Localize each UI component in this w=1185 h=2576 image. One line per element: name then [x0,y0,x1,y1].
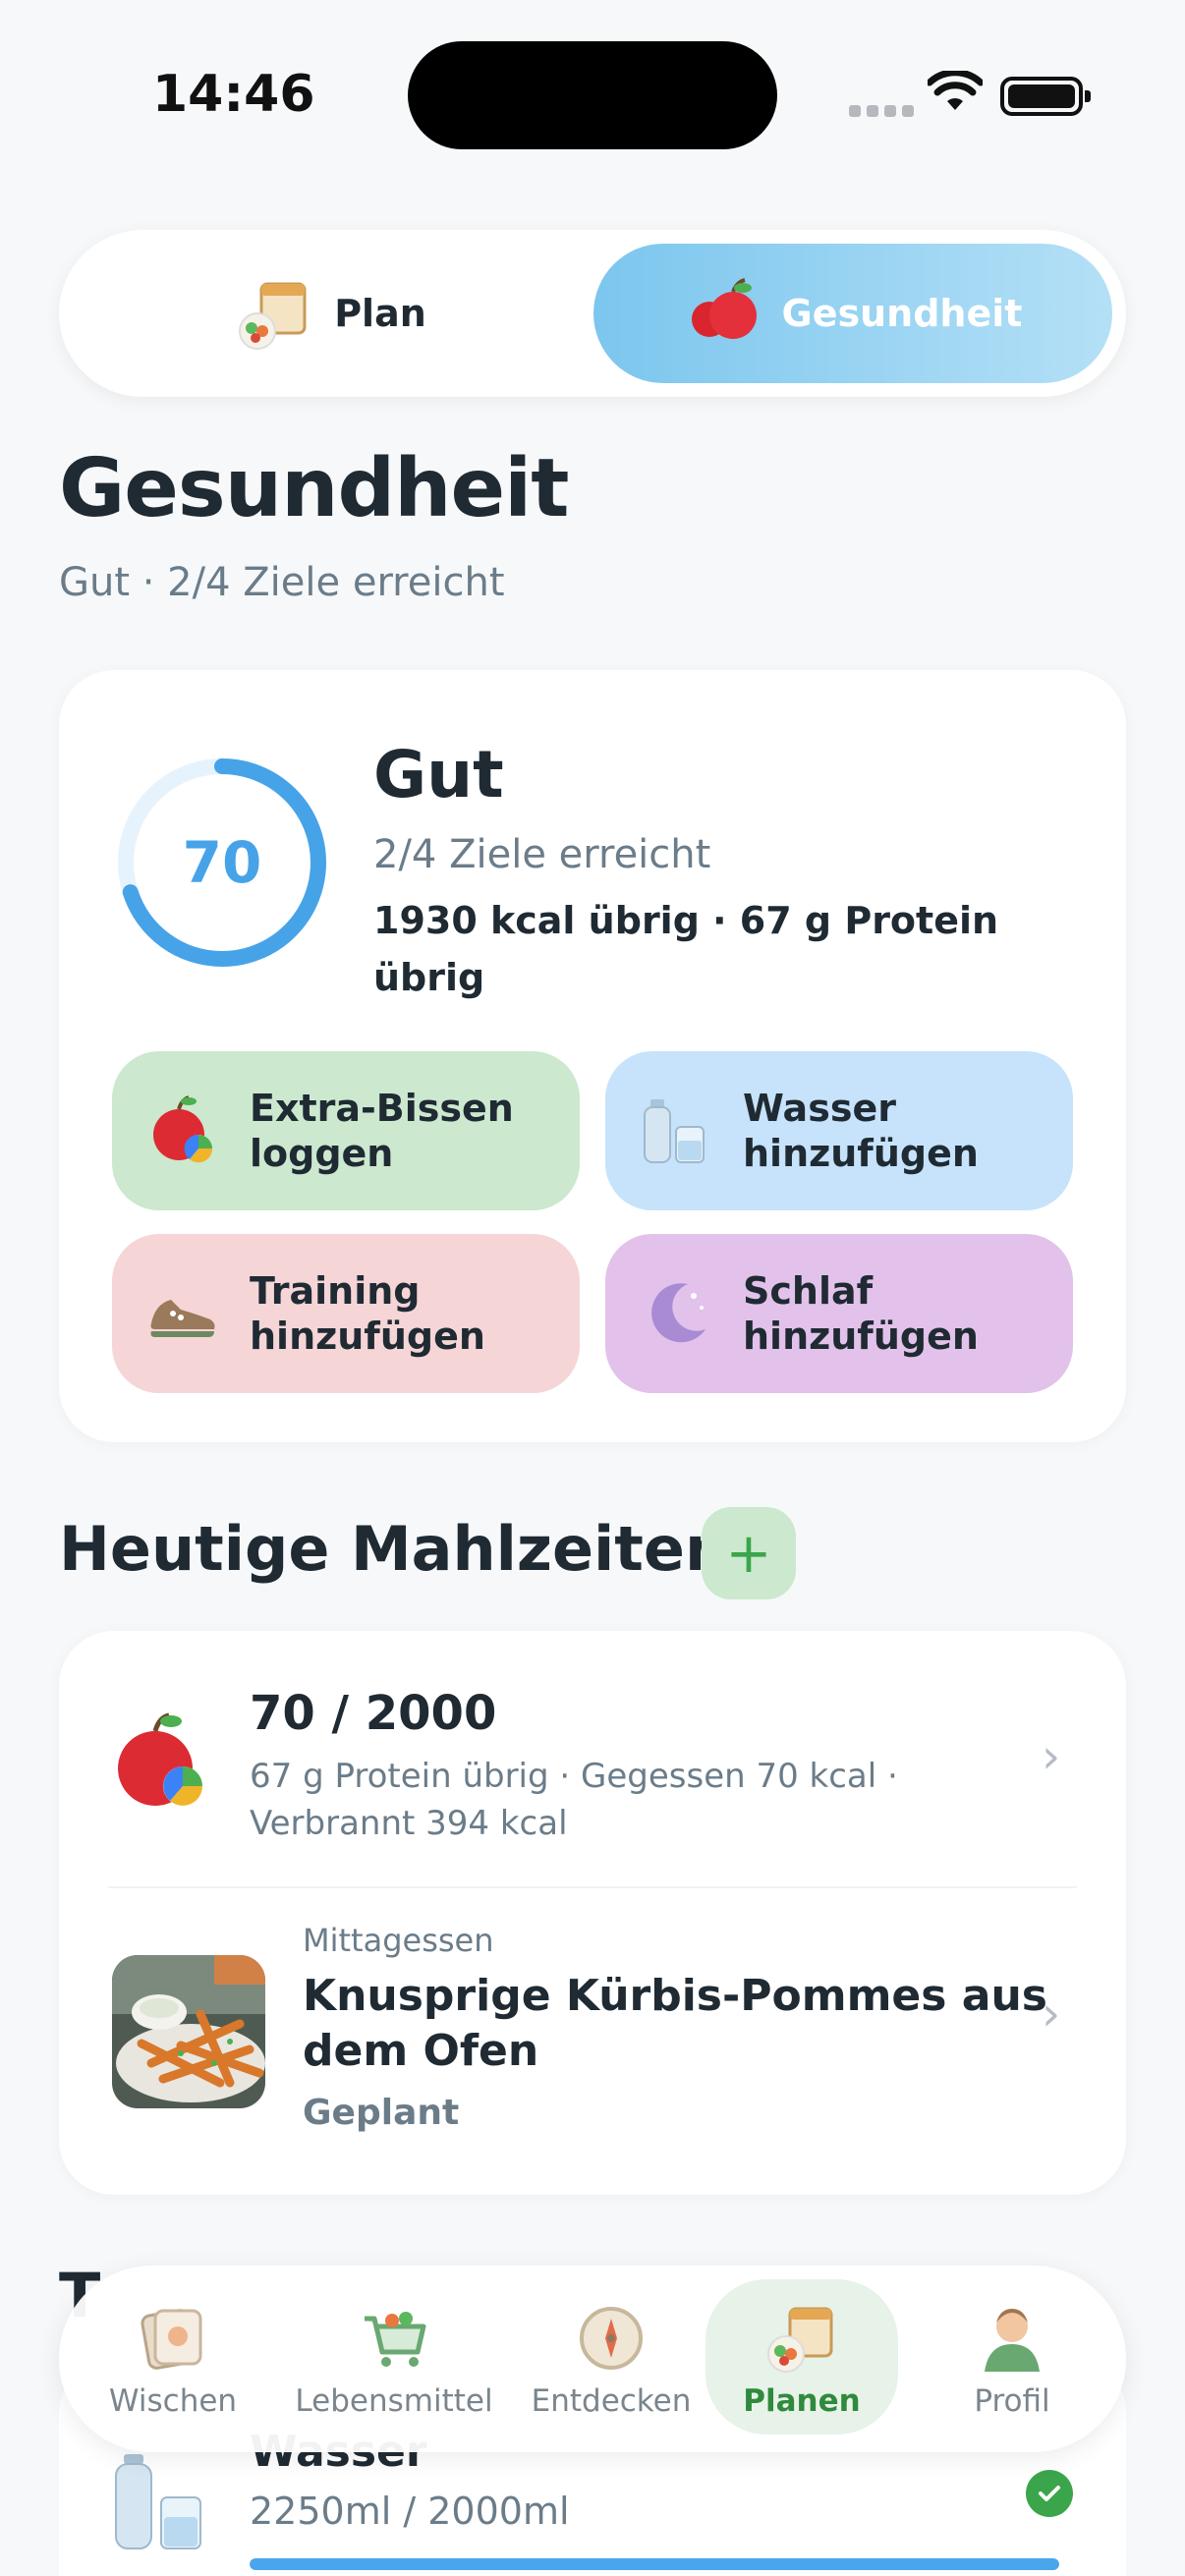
add-meal-button[interactable]: + [702,1507,796,1599]
wifi-icon [928,71,983,110]
nav-label: Planen [743,2383,861,2419]
apple-icon [684,274,762,353]
tab-health[interactable]: Gesundheit [593,244,1112,383]
status-bar: 14:46 [0,0,1185,196]
add-water-label: Wasser hinzufügen [743,1087,979,1175]
cellular-signal-icon [849,102,920,121]
nav-label: Profil [974,2383,1050,2419]
calendar-plate-icon [236,274,314,353]
meal-name: Knusprige Kürbis-Pommes aus dem Ofen [303,1971,1047,2076]
meal-type: Mittagessen [303,1922,494,1959]
status-time: 14:46 [152,65,315,124]
add-water-button[interactable]: Wasser hinzufügen [605,1051,1073,1210]
page-subtitle: Gut · 2/4 Ziele erreicht [59,560,505,605]
water-progress-bar [250,2558,1059,2570]
apple-chart-icon [108,1709,216,1818]
health-score-card: 70 Gut 2/4 Ziele erreicht 1930 kcal übri… [59,670,1126,1442]
nav-label: Entdecken [531,2383,692,2419]
compass-icon [574,2301,649,2376]
calorie-value: 70 / 2000 [250,1686,497,1741]
add-training-button[interactable]: Training hinzufügen [112,1234,580,1393]
nav-label: Wischen [108,2383,238,2419]
meal-status: Geplant [303,2093,460,2133]
add-sleep-button[interactable]: Schlaf hinzufügen [605,1234,1073,1393]
water-bottle-icon [637,1092,715,1170]
add-sleep-label: Schlaf hinzufügen [743,1269,979,1358]
meal-photo [112,1955,265,2108]
moon-icon [637,1274,715,1353]
sneaker-icon [143,1274,222,1353]
log-extra-bite-button[interactable]: Extra-Bissen loggen [112,1051,580,1210]
calorie-summary-row[interactable]: 70 / 2000 67 g Protein übrig · Gegessen … [59,1631,1126,1886]
calendar-plate-icon [764,2301,839,2376]
score-status: Gut [373,737,504,812]
user-avatar-icon [975,2301,1049,2376]
plus-icon: + [725,1521,772,1586]
nav-item-wischen[interactable]: Wischen [77,2279,269,2435]
shopping-cart-icon [357,2301,431,2376]
water-bottle-icon [104,2448,212,2556]
nav-item-profil[interactable]: Profil [916,2279,1108,2435]
view-toggle: Plan Gesundheit [59,230,1126,397]
swipe-card-icon [136,2301,210,2376]
score-value: 70 [182,829,262,896]
battery-icon [1000,77,1091,116]
dynamic-island [408,41,777,149]
page-title: Gesundheit [59,442,569,535]
tab-health-label: Gesundheit [781,292,1023,335]
nav-item-planen[interactable]: Planen [705,2279,898,2435]
log-extra-bite-label: Extra-Bissen loggen [250,1087,514,1175]
remaining-nutrients: 1930 kcal übrig · 67 g Protein übrig [373,899,999,999]
calorie-detail: 67 g Protein übrig · Gegessen 70 kcal · … [250,1757,898,1843]
bottom-navigation: Wischen Lebensmittel Entdecken Planen Pr… [59,2266,1126,2452]
tab-plan-label: Plan [334,292,426,335]
tab-plan[interactable]: Plan [73,244,590,383]
chevron-right-icon: › [1042,1729,1061,1784]
water-progress-fill [250,2558,1059,2570]
water-value: 2250ml / 2000ml [250,2490,570,2533]
meals-card: 70 / 2000 67 g Protein übrig · Gegessen … [59,1631,1126,2195]
meals-section-title: Heutige Mahlzeiten [59,1513,729,1585]
nav-item-entdecken[interactable]: Entdecken [515,2279,707,2435]
checkmark-icon [1026,2470,1073,2517]
goals-progress: 2/4 Ziele erreicht [373,832,711,877]
add-training-label: Training hinzufügen [250,1269,485,1358]
nav-item-lebensmittel[interactable]: Lebensmittel [283,2279,505,2435]
nav-label: Lebensmittel [295,2383,493,2419]
apple-chart-icon [143,1092,222,1170]
